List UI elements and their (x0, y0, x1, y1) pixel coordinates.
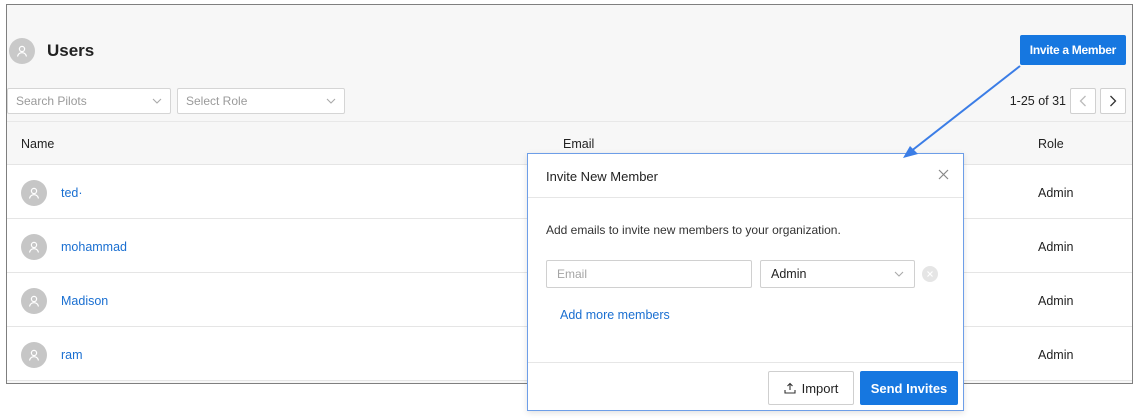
role-select[interactable]: Admin (760, 260, 915, 288)
column-header-email[interactable]: Email (563, 137, 594, 151)
user-icon (21, 234, 47, 260)
modal-header: Invite New Member (528, 154, 963, 198)
send-invites-button[interactable]: Send Invites (860, 371, 958, 405)
chevron-down-icon (326, 96, 336, 107)
import-button-label: Import (801, 380, 839, 396)
modal-description: Add emails to invite new members to your… (546, 223, 841, 237)
invite-member-modal: Invite New Member Add emails to invite n… (527, 153, 964, 411)
user-role: Admin (1038, 294, 1074, 308)
prev-page-button[interactable] (1070, 88, 1096, 114)
user-role: Admin (1038, 348, 1074, 362)
user-icon (21, 342, 47, 368)
chevron-down-icon (152, 96, 162, 107)
close-icon[interactable] (933, 164, 953, 184)
next-page-button[interactable] (1100, 88, 1126, 114)
column-header-name[interactable]: Name (21, 137, 54, 151)
invite-member-button[interactable]: Invite a Member (1019, 35, 1126, 65)
page-header: Users Invite a Member (7, 5, 1132, 83)
modal-title: Invite New Member (546, 169, 658, 184)
pagination-range: 1-25 of 31 (1009, 94, 1066, 108)
select-role-placeholder: Select Role (186, 94, 248, 108)
pagination: 1-25 of 31 (1010, 87, 1126, 115)
user-icon (21, 180, 47, 206)
email-field[interactable] (546, 260, 752, 288)
user-icon (21, 288, 47, 314)
add-more-members-link[interactable]: Add more members (560, 308, 670, 322)
user-name-link[interactable]: mohammad (61, 240, 127, 254)
user-role: Admin (1038, 186, 1074, 200)
modal-footer: Import Send Invites (528, 362, 963, 410)
user-name-link[interactable]: Madison (61, 294, 108, 308)
user-name-link[interactable]: ram (61, 348, 83, 362)
chevron-down-icon (894, 269, 904, 280)
page-title: Users (47, 41, 95, 60)
user-role: Admin (1038, 240, 1074, 254)
chevron-left-icon (1079, 95, 1086, 107)
chevron-right-icon (1110, 95, 1117, 107)
column-header-role[interactable]: Role (1038, 137, 1064, 151)
search-pilots-placeholder: Search Pilots (16, 94, 87, 108)
search-pilots-select[interactable]: Search Pilots (7, 88, 171, 114)
user-name-link[interactable]: ted· (61, 186, 83, 200)
import-button[interactable]: Import (768, 371, 854, 405)
remove-circle-icon[interactable] (922, 266, 938, 282)
role-select-value: Admin (771, 267, 807, 281)
upload-icon (784, 382, 796, 394)
select-role-select[interactable]: Select Role (177, 88, 345, 114)
users-icon (9, 38, 35, 64)
